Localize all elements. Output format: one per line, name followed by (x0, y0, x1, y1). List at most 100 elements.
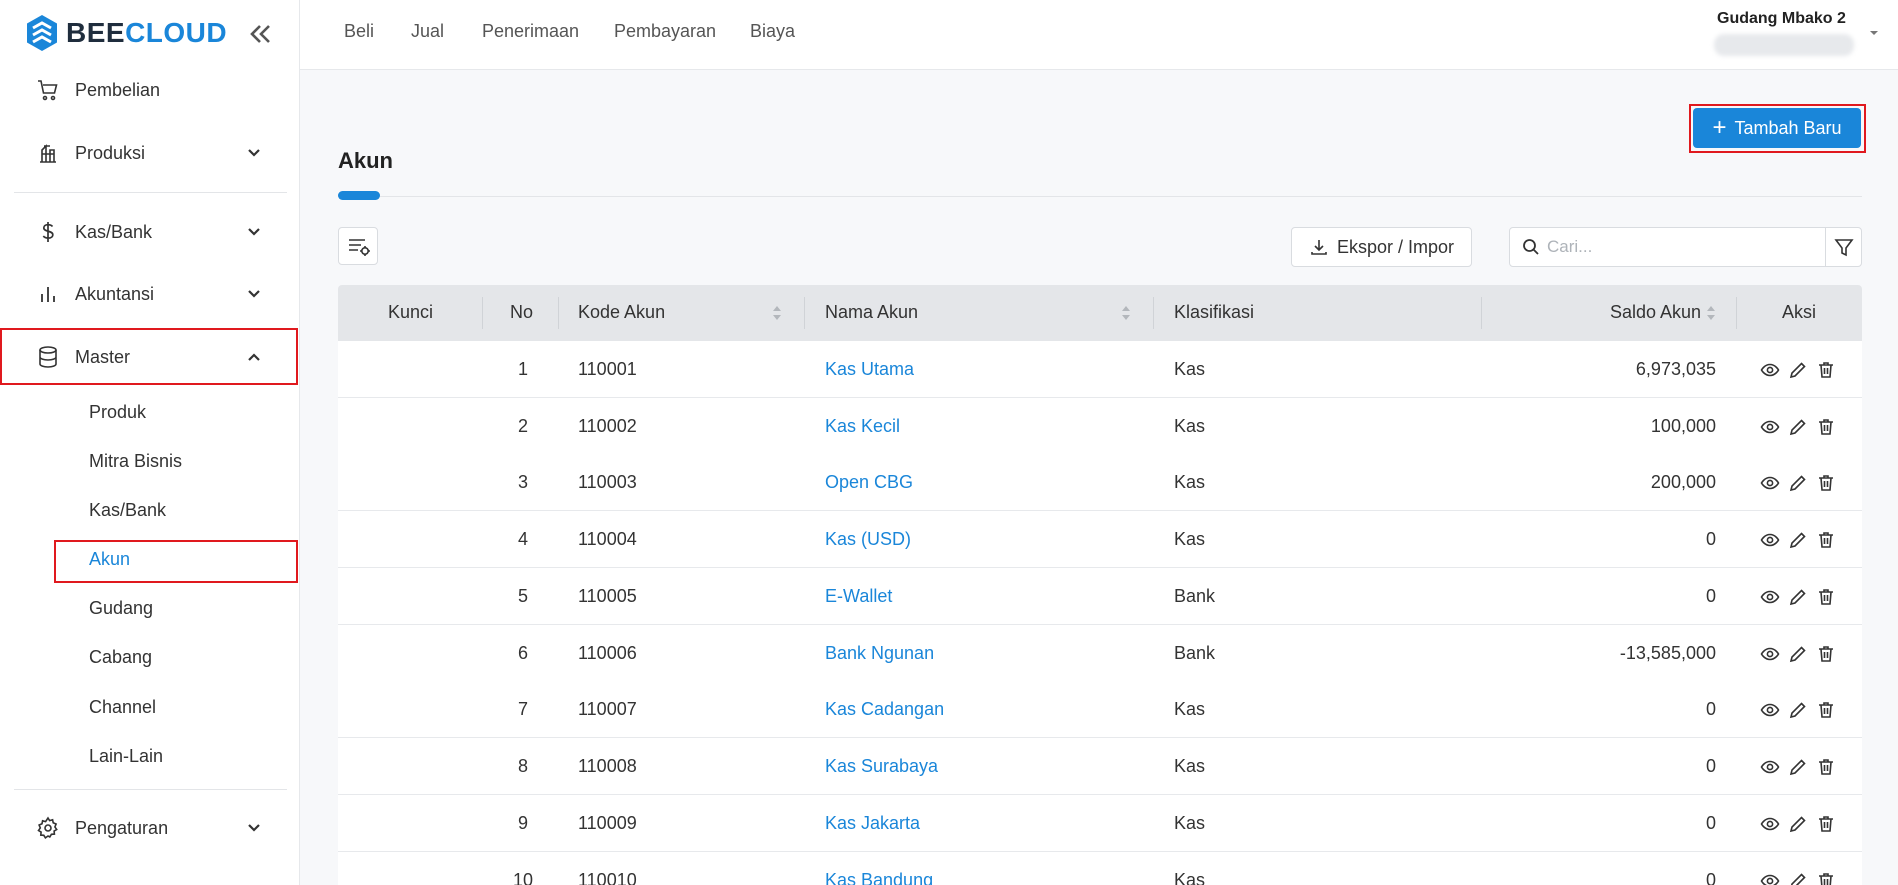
delete-icon[interactable] (1816, 871, 1836, 885)
table-row: 1 110001 Kas Utama Kas 6,973,035 (338, 341, 1862, 398)
view-icon[interactable] (1760, 700, 1780, 720)
cell-klasifikasi: Kas (1174, 416, 1206, 436)
cell-nama-akun-link[interactable]: Kas Bandung (825, 870, 933, 885)
collapse-sidebar-icon[interactable] (246, 20, 274, 48)
cell-nama-akun-link[interactable]: Open CBG (825, 472, 913, 493)
view-icon[interactable] (1760, 530, 1780, 550)
delete-icon[interactable] (1816, 417, 1836, 437)
sidebar-item-pengaturan[interactable]: Pengaturan (0, 803, 296, 853)
col-saldo-akun[interactable]: Saldo Akun (1610, 302, 1701, 323)
view-icon[interactable] (1760, 871, 1780, 885)
sidebar-item-produksi[interactable]: Produksi (0, 128, 296, 178)
col-nama-akun[interactable]: Nama Akun (825, 302, 918, 323)
edit-icon[interactable] (1788, 700, 1808, 720)
view-icon[interactable] (1760, 814, 1780, 834)
edit-icon[interactable] (1788, 417, 1808, 437)
cell-kode-akun: 110006 (578, 643, 637, 663)
table-row: 8 110008 Kas Surabaya Kas 0 (338, 738, 1862, 795)
sort-icon[interactable] (1706, 304, 1716, 322)
sub-item-produk[interactable]: Produk (89, 402, 146, 423)
sort-icon[interactable] (772, 304, 782, 322)
topnav-pembayaran[interactable]: Pembayaran (614, 21, 716, 42)
cell-no: 7 (517, 699, 528, 719)
cell-nama-akun-link[interactable]: Kas Jakarta (825, 813, 920, 834)
topnav-penerimaan[interactable]: Penerimaan (482, 21, 579, 42)
edit-icon[interactable] (1788, 473, 1808, 493)
delete-icon[interactable] (1816, 757, 1836, 777)
cell-nama-akun-link[interactable]: Kas (USD) (825, 529, 911, 550)
sub-item-lain-lain[interactable]: Lain-Lain (89, 746, 163, 767)
col-kode-akun[interactable]: Kode Akun (578, 302, 665, 323)
divider (14, 789, 287, 790)
col-kunci: Kunci (388, 302, 434, 322)
table-row: 7 110007 Kas Cadangan Kas 0 (338, 681, 1862, 738)
chevron-down-icon (248, 824, 260, 832)
search-input[interactable] (1547, 236, 1817, 258)
topnav-jual[interactable]: Jual (411, 21, 444, 42)
edit-icon[interactable] (1788, 587, 1808, 607)
view-icon[interactable] (1760, 587, 1780, 607)
sub-item-kasbank[interactable]: Kas/Bank (89, 500, 166, 521)
sub-item-mitra-bisnis[interactable]: Mitra Bisnis (89, 451, 182, 472)
page-title: Akun (338, 148, 393, 173)
delete-icon[interactable] (1816, 700, 1836, 720)
sidebar-item-pembelian[interactable]: Pembelian (0, 65, 296, 115)
cell-klasifikasi: Kas (1174, 756, 1206, 776)
delete-icon[interactable] (1816, 473, 1836, 493)
cell-no: 3 (517, 472, 528, 492)
delete-icon[interactable] (1816, 644, 1836, 664)
cell-nama-akun-link[interactable]: Kas Cadangan (825, 699, 944, 720)
cell-saldo-akun: 0 (1705, 870, 1716, 885)
cell-saldo-akun: 0 (1705, 529, 1716, 549)
cell-saldo-akun: 100,000 (1650, 416, 1716, 436)
table-row: 2 110002 Kas Kecil Kas 100,000 (338, 398, 1862, 455)
edit-icon[interactable] (1788, 757, 1808, 777)
edit-icon[interactable] (1788, 644, 1808, 664)
topnav-biaya[interactable]: Biaya (750, 21, 795, 42)
export-import-button[interactable]: Ekspor / Impor (1291, 227, 1472, 267)
sub-item-cabang[interactable]: Cabang (89, 647, 152, 668)
edit-icon[interactable] (1788, 871, 1808, 885)
column-separator (1736, 297, 1737, 329)
search-icon (1523, 239, 1539, 255)
column-settings-button[interactable] (338, 227, 378, 265)
cell-nama-akun-link[interactable]: Bank Ngunan (825, 643, 934, 664)
view-icon[interactable] (1760, 360, 1780, 380)
cell-klasifikasi: Kas (1174, 472, 1206, 492)
filter-button[interactable] (1825, 227, 1862, 267)
cell-nama-akun-link[interactable]: E-Wallet (825, 586, 892, 607)
view-icon[interactable] (1760, 644, 1780, 664)
sidebar-item-label: Pembelian (75, 79, 161, 100)
delete-icon[interactable] (1816, 814, 1836, 834)
filter-icon (1834, 239, 1854, 257)
sort-icon[interactable] (1121, 304, 1131, 322)
view-icon[interactable] (1760, 417, 1780, 437)
cell-klasifikasi: Kas (1174, 699, 1206, 719)
caret-down-icon[interactable] (1867, 26, 1881, 40)
delete-icon[interactable] (1816, 360, 1836, 380)
edit-icon[interactable] (1788, 814, 1808, 834)
add-new-button[interactable]: + Tambah Baru (1693, 108, 1861, 148)
topnav-beli[interactable]: Beli (344, 21, 374, 42)
view-icon[interactable] (1760, 473, 1780, 493)
sidebar-item-akuntansi[interactable]: Akuntansi (0, 269, 296, 319)
cell-no: 8 (517, 756, 528, 776)
column-separator (1481, 297, 1482, 329)
cell-kode-akun: 110001 (578, 359, 637, 379)
title-underline (338, 191, 380, 200)
sub-item-gudang[interactable]: Gudang (89, 598, 153, 619)
chevron-down-icon (248, 228, 260, 236)
delete-icon[interactable] (1816, 587, 1836, 607)
cell-nama-akun-link[interactable]: Kas Surabaya (825, 756, 938, 777)
edit-icon[interactable] (1788, 530, 1808, 550)
sub-item-channel[interactable]: Channel (89, 697, 156, 718)
cell-nama-akun-link[interactable]: Kas Utama (825, 359, 914, 380)
view-icon[interactable] (1760, 757, 1780, 777)
plus-icon: + (1712, 114, 1727, 141)
edit-icon[interactable] (1788, 360, 1808, 380)
sidebar-item-kasbank[interactable]: Kas/Bank (0, 207, 296, 257)
user-name[interactable]: Gudang Mbako 2 (1717, 10, 1846, 28)
delete-icon[interactable] (1816, 530, 1836, 550)
sidebar: BEECLOUD Pembelian Produksi Kas/Bank Aku… (0, 0, 300, 885)
cell-nama-akun-link[interactable]: Kas Kecil (825, 416, 900, 437)
